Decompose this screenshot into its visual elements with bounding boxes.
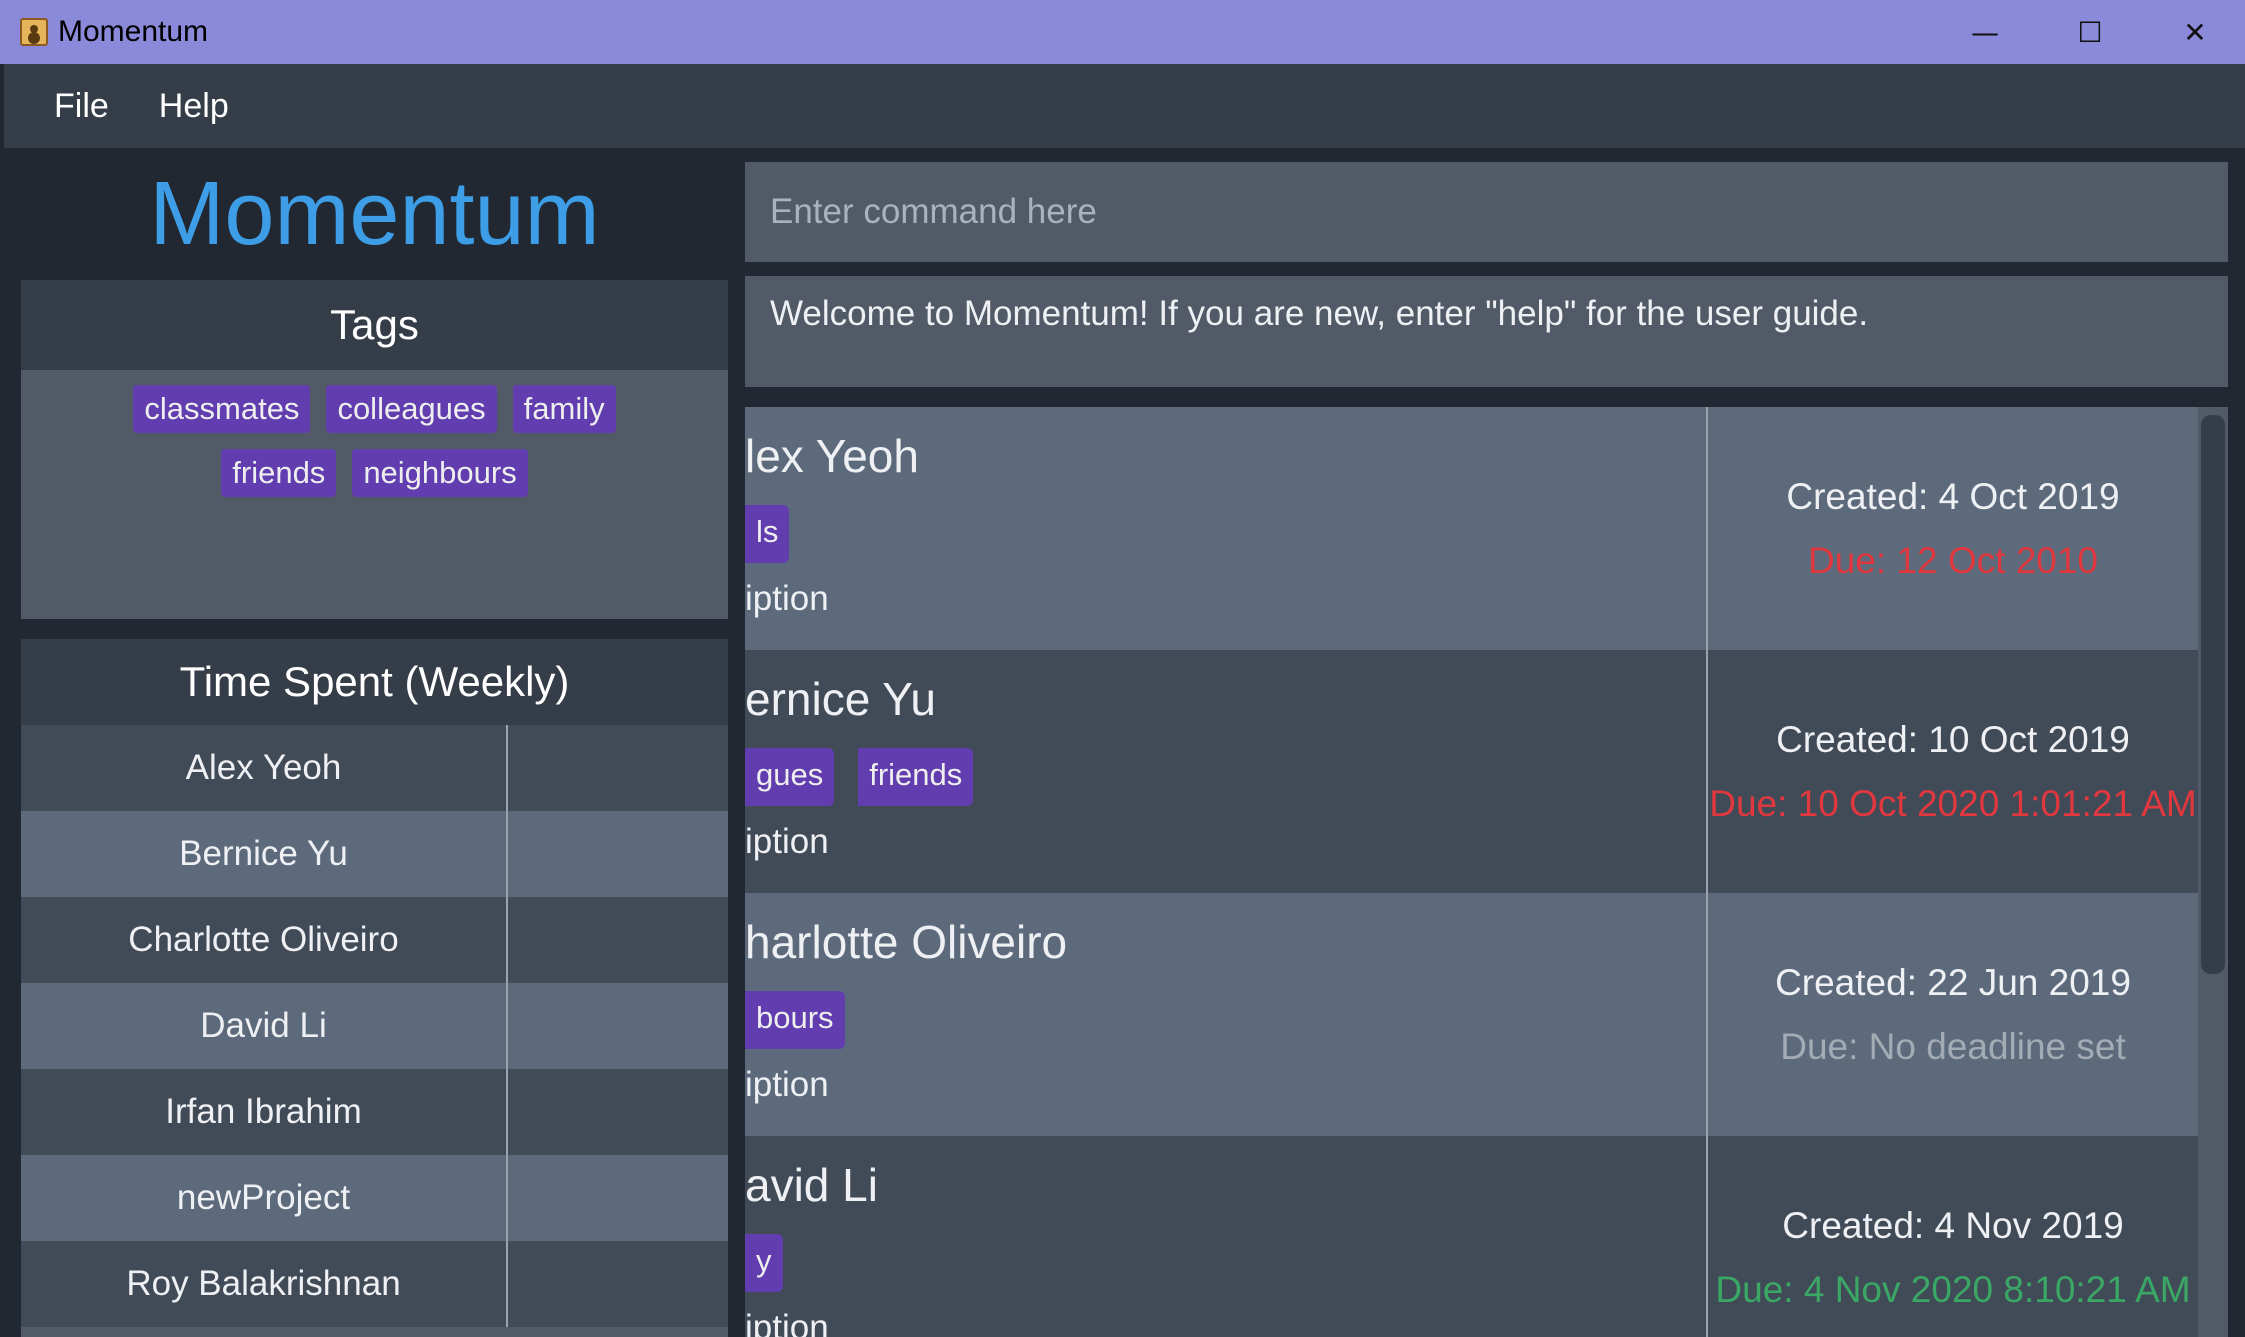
created-date: Created: 4 Oct 2019 xyxy=(1786,475,2120,517)
project-description: iption xyxy=(745,1308,829,1337)
scrollbar-thumb[interactable] xyxy=(2201,415,2225,974)
due-date: Due: 10 Oct 2020 1:01:21 AM xyxy=(1709,782,2197,824)
project-card[interactable]: ernice Yu gues friends iption Created: 10… xyxy=(745,650,2198,893)
tags-panel: Tags classmates colleagues family friend… xyxy=(21,280,728,619)
project-description: iption xyxy=(745,822,829,861)
project-tag: y xyxy=(745,1234,783,1292)
project-name: ernice Yu xyxy=(745,673,936,725)
due-date: Due: 12 Oct 2010 xyxy=(1807,539,2099,581)
project-description: iption xyxy=(745,579,829,618)
time-spent-panel: Time Spent (Weekly) Alex Yeoh Bernice Yu C… xyxy=(21,639,728,1337)
created-date: Created: 4 Nov 2019 xyxy=(1782,1204,2124,1246)
project-card[interactable]: harlotte Oliveiro bours iption Created: … xyxy=(745,893,2198,1136)
tag-chip[interactable]: family xyxy=(512,385,616,433)
project-name: avid Li xyxy=(745,1159,878,1211)
time-spent-project-name: Alex Yeoh xyxy=(21,725,508,811)
time-spent-project-name: Roy Balakrishnan xyxy=(21,1241,508,1327)
time-spent-row: Alex Yeoh xyxy=(21,725,728,811)
tag-chip[interactable]: friends xyxy=(221,449,337,497)
time-spent-row: Charlotte Oliveiro xyxy=(21,897,728,983)
project-tag: gues xyxy=(745,748,835,806)
project-list[interactable]: lex Yeoh ls iption Created: 4 Oct 2019 D… xyxy=(745,407,2198,1337)
project-name: lex Yeoh xyxy=(745,430,919,482)
menu-bar: File Help xyxy=(4,64,2245,148)
menu-help[interactable]: Help xyxy=(159,87,229,126)
due-date: Due: 4 Nov 2020 8:10:21 AM xyxy=(1715,1268,2191,1310)
tag-chip[interactable]: classmates xyxy=(133,385,311,433)
minimize-button[interactable]: — xyxy=(1935,0,2035,64)
created-date: Created: 10 Oct 2019 xyxy=(1776,718,2130,760)
tag-chip[interactable]: colleagues xyxy=(326,385,497,433)
project-name: harlotte Oliveiro xyxy=(745,916,1068,968)
time-spent-row: newProject xyxy=(21,1155,728,1241)
maximize-button[interactable]: ☐ xyxy=(2040,0,2140,64)
tags-header: Tags xyxy=(21,280,728,370)
project-description: iption xyxy=(745,1065,829,1104)
time-spent-project-name: Bernice Yu xyxy=(21,811,508,897)
time-spent-row: Irfan Ibrahim xyxy=(21,1069,728,1155)
time-spent-project-name: Irfan Ibrahim xyxy=(21,1069,508,1155)
time-spent-project-name: newProject xyxy=(21,1155,508,1241)
project-tag: bours xyxy=(745,991,845,1049)
time-spent-project-name: David Li xyxy=(21,983,508,1069)
project-tag: friends xyxy=(858,748,974,806)
project-card[interactable]: lex Yeoh ls iption Created: 4 Oct 2019 D… xyxy=(745,407,2198,650)
result-display: Welcome to Momentum! If you are new, ent… xyxy=(745,276,2228,387)
time-spent-header: Time Spent (Weekly) xyxy=(21,639,728,725)
command-input[interactable] xyxy=(745,162,2228,262)
due-date: Due: No deadline set xyxy=(1780,1025,2126,1067)
time-spent-row: Bernice Yu xyxy=(21,811,728,897)
created-date: Created: 22 Jun 2019 xyxy=(1775,961,2131,1003)
window-title: Momentum xyxy=(58,15,209,48)
app-logo: Momentum xyxy=(149,163,600,264)
tag-chip[interactable]: neighbours xyxy=(352,449,528,497)
project-card[interactable]: avid Li y iption Created: 4 Nov 2019 Due… xyxy=(745,1136,2198,1337)
close-button[interactable]: ✕ xyxy=(2145,0,2245,64)
time-spent-row: David Li xyxy=(21,983,728,1069)
app-icon xyxy=(20,18,48,46)
project-tag: ls xyxy=(745,505,790,563)
title-bar: Momentum — ☐ ✕ xyxy=(0,0,2245,64)
time-spent-row: Roy Balakrishnan xyxy=(21,1241,728,1327)
menu-file[interactable]: File xyxy=(54,87,109,126)
time-spent-project-name: Charlotte Oliveiro xyxy=(21,897,508,983)
